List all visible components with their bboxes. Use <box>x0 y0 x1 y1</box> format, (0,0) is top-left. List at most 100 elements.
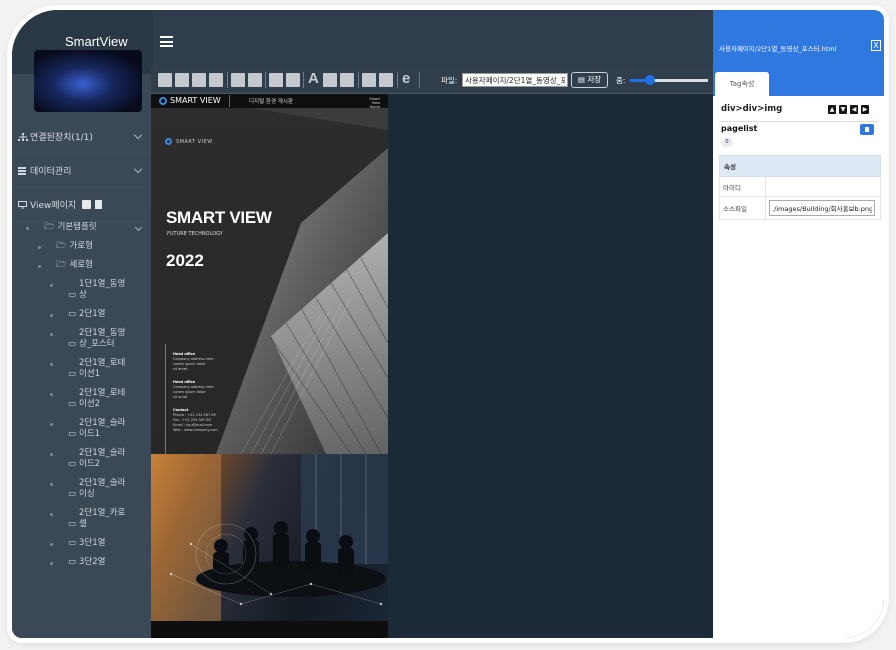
info-line: Web : www.company.com <box>173 428 218 432</box>
app-window: SmartView 연결된장치(1/1) 데이터관리 View페이지 🗁 기본템… <box>12 10 884 638</box>
document-icon[interactable] <box>340 73 354 87</box>
monitor-icon: ▭ <box>68 429 77 439</box>
chevron-down-icon[interactable] <box>133 130 143 140</box>
poster-logo: SMART VIEW <box>165 138 213 145</box>
app-title: SmartView <box>65 34 128 49</box>
tree-bullet <box>50 562 53 565</box>
poster-nav-divider <box>229 95 230 107</box>
tree-item[interactable]: ▭1단1열_동영상 <box>12 275 153 305</box>
tree-item[interactable]: ▭2단1열_카로셀 <box>12 504 153 534</box>
tree-item[interactable]: ▭2단1열_로테이션2 <box>12 384 153 414</box>
tree-item[interactable]: ▭2단1열_슬라이드2 <box>12 444 153 474</box>
logo-ring-icon <box>159 96 167 105</box>
save-button-label: 저장 <box>587 75 602 84</box>
toolbar-divider <box>419 72 420 88</box>
row-layout-icon[interactable] <box>192 73 206 87</box>
toolbar-divider <box>397 72 398 88</box>
tree-item[interactable]: ▭2단1열_로테이션1 <box>12 354 153 384</box>
monitor-icon: ▭ <box>68 538 77 548</box>
bell-icon[interactable] <box>286 73 300 87</box>
sidebar: SmartView 연결된장치(1/1) 데이터관리 View페이지 🗁 기본템… <box>12 10 153 638</box>
attribute-table: 속성 아이디 소스파일 <box>719 155 881 220</box>
table-icon[interactable] <box>231 73 245 87</box>
tree-bullet <box>50 393 53 396</box>
zoom-slider-thumb[interactable] <box>644 75 655 85</box>
mail-icon[interactable] <box>269 73 283 87</box>
toolbar-divider <box>303 72 304 88</box>
sidebar-item-view-pages[interactable]: View페이지 <box>12 188 153 222</box>
tree-item-label: 2단1열_슬라이싱 <box>79 478 126 499</box>
tree-item[interactable]: 🗁 기본템플릿 <box>12 218 153 237</box>
poster-nav-brand: SMART VIEW <box>170 96 221 105</box>
sidebar-item-label: 데이터관리 <box>30 167 72 177</box>
browser-icon[interactable]: e <box>402 70 410 87</box>
node-navigation: ▲ ▼ ◀ ▶ <box>828 105 869 114</box>
slides-icon[interactable] <box>379 73 393 87</box>
tree-bullet <box>50 284 53 287</box>
tree-item[interactable]: ▭ 3단1열 <box>12 534 153 553</box>
close-icon[interactable]: X <box>871 40 881 51</box>
arrow-up-icon[interactable]: ▲ <box>828 105 836 114</box>
copy-page-button[interactable] <box>95 200 103 209</box>
monitor-icon <box>18 200 28 209</box>
tree-item-label: 세로형 <box>69 260 94 270</box>
tree-item[interactable]: ▭ 2단1열 <box>12 305 153 324</box>
chevron-down-icon[interactable] <box>134 223 143 232</box>
arrow-right-icon[interactable]: ▶ <box>861 105 869 114</box>
properties-panel: 사용자페이지/2단1열_동영상_포스터.html X Tag속성 div>div… <box>713 10 884 638</box>
text-icon[interactable]: A <box>308 70 319 87</box>
panel-header: 사용자페이지/2단1열_동영상_포스터.html X <box>713 10 884 70</box>
add-page-button[interactable] <box>82 200 92 209</box>
header-layout-icon[interactable] <box>209 73 223 87</box>
poster-nav: SMART VIEW 디지털 환경 게시판 Smart View Home <box>151 94 388 109</box>
table-row: 아이디 <box>719 176 881 197</box>
poster-year: 2022 <box>166 251 204 270</box>
pagelist-edit-button[interactable] <box>860 124 874 135</box>
folder-icon: 🗁 <box>56 260 67 270</box>
column-layout-icon[interactable] <box>175 73 189 87</box>
sidebar-item-label: 연결된장치(1/1) <box>30 133 93 143</box>
chevron-down-icon[interactable] <box>133 164 143 174</box>
pagelist-label: pagelist <box>721 124 758 133</box>
source-file-input[interactable] <box>769 200 875 216</box>
tree-item[interactable]: ▭2단1열_슬라이드1 <box>12 414 153 444</box>
file-label: 파일: <box>441 76 458 85</box>
tree-item[interactable]: 🗁 세로형 <box>12 256 153 275</box>
sidebar-item-data[interactable]: 데이터관리 <box>12 154 153 188</box>
sidebar-item-label: View페이지 <box>30 201 77 211</box>
pagelist-count-badge: 0 <box>722 138 732 147</box>
tree-item-label: 2단1열_슬라이드2 <box>79 448 126 469</box>
arrow-down-icon[interactable]: ▼ <box>839 105 847 114</box>
tree-item[interactable]: ▭ 3단2열 <box>12 553 153 572</box>
poster-hero: SMART VIEW SMART VIEW FUTURE TECHNOLOGY … <box>151 108 388 454</box>
arrow-left-icon[interactable]: ◀ <box>850 105 858 114</box>
monitor-icon: ▭ <box>68 399 77 409</box>
tree-item-label: 2단1열_동영상_포스터 <box>79 328 126 349</box>
table-header-row: 속성 <box>719 155 881 177</box>
sidebar-menu: 연결된장치(1/1) 데이터관리 View페이지 <box>12 120 153 222</box>
tree-bullet <box>50 314 53 317</box>
image-icon[interactable] <box>323 73 337 87</box>
video-icon[interactable] <box>362 73 376 87</box>
avatar[interactable] <box>34 50 142 112</box>
menu-toggle-icon[interactable] <box>160 36 173 47</box>
document-icon <box>865 127 869 132</box>
save-button[interactable]: ▤ 저장 <box>571 72 608 88</box>
tree-item-label: 2단1열_로테이션1 <box>79 358 126 379</box>
poster-preview[interactable]: SMART VIEW 디지털 환경 게시판 Smart View Home SM… <box>151 94 388 638</box>
page-icon[interactable] <box>158 73 172 87</box>
toolbar-divider <box>265 72 266 88</box>
tree-item[interactable]: ▭2단1열_동영상_포스터 <box>12 324 153 354</box>
sidebar-item-devices[interactable]: 연결된장치(1/1) <box>12 120 153 154</box>
tree-item[interactable]: ▭2단1열_슬라이싱 <box>12 474 153 504</box>
zoom-slider[interactable] <box>630 75 708 85</box>
monitor-icon: ▭ <box>68 369 77 379</box>
attr-value-cell <box>765 196 881 220</box>
tree-item-label: 2단1열_로테이션2 <box>79 388 126 409</box>
tree-bullet <box>50 513 53 516</box>
list-icon[interactable] <box>248 73 262 87</box>
file-path-input[interactable] <box>462 73 568 87</box>
tab-tag-attributes[interactable]: Tag속성 <box>715 72 769 96</box>
tree-item-label: 1단1열_동영상 <box>79 279 126 300</box>
tree-item[interactable]: 🗁 가로형 <box>12 237 153 256</box>
